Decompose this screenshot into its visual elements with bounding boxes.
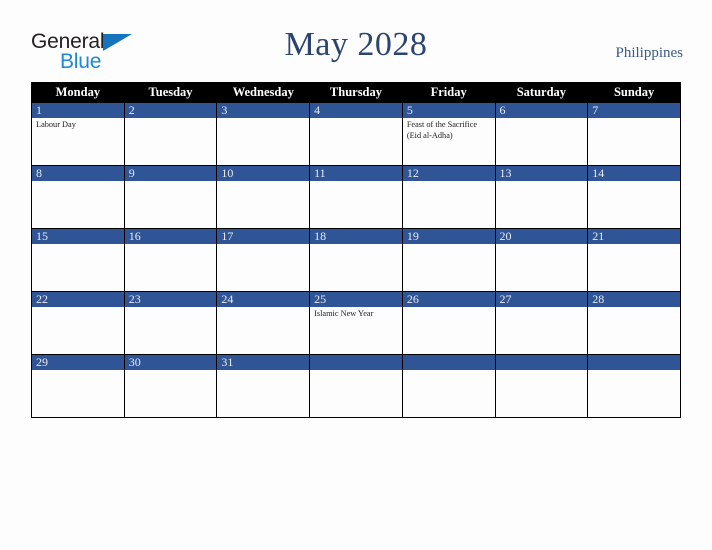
calendar-day-cell[interactable]: 28: [587, 291, 681, 355]
event-list: Islamic New Year: [310, 307, 402, 320]
day-number: [402, 355, 495, 370]
day-number: 31: [217, 355, 310, 370]
calendar-day-cell[interactable]: 30: [123, 354, 218, 418]
calendar-day-cell[interactable]: 5 Feast of the Sacrifice (Eid al-Adha): [401, 102, 496, 166]
weekday-header-saturday: Saturday: [494, 82, 589, 103]
calendar-day-cell[interactable]: 3: [216, 102, 311, 166]
day-number: 16: [124, 229, 217, 244]
calendar-day-cell[interactable]: 21: [587, 228, 681, 292]
calendar-header-row: Monday Tuesday Wednesday Thursday Friday…: [31, 82, 681, 103]
day-number: 17: [217, 229, 310, 244]
day-number: 15: [32, 229, 124, 244]
calendar-day-cell[interactable]: 6: [494, 102, 589, 166]
day-number: 4: [310, 103, 402, 118]
calendar-day-cell[interactable]: 27: [494, 291, 589, 355]
day-number: 10: [217, 166, 310, 181]
calendar-day-cell[interactable]: 23: [123, 291, 218, 355]
calendar-day-cell[interactable]: 25 Islamic New Year: [309, 291, 403, 355]
calendar-week-row: 22 23 24 25 Islamic New Year 26 27 28: [31, 291, 681, 355]
day-number: 12: [402, 166, 495, 181]
calendar-week-row: 29 30 31: [31, 354, 681, 418]
day-number: [495, 355, 588, 370]
event-list: Feast of the Sacrifice (Eid al-Adha): [403, 118, 495, 141]
country-label: Philippines: [615, 45, 683, 61]
calendar-week-row: 15 16 17 18 19 20 21: [31, 228, 681, 292]
day-number: 3: [217, 103, 310, 118]
weekday-header-friday: Friday: [401, 82, 496, 103]
day-number: 25: [310, 292, 402, 307]
calendar-empty-cell[interactable]: [401, 354, 496, 418]
calendar-day-cell[interactable]: 22: [31, 291, 125, 355]
calendar-empty-cell[interactable]: [309, 354, 403, 418]
day-number: 24: [217, 292, 310, 307]
day-number: 6: [495, 103, 588, 118]
calendar-week-row: 8 9 10 11 12 13 14: [31, 165, 681, 229]
day-number: 29: [32, 355, 124, 370]
weekday-header-thursday: Thursday: [309, 82, 403, 103]
day-number: 20: [495, 229, 588, 244]
calendar-day-cell[interactable]: 4: [309, 102, 403, 166]
calendar-body: 1 Labour Day 2 3 4 5 Feast of the Sacrifice (E…: [31, 102, 681, 418]
calendar-day-cell[interactable]: 1 Labour Day: [31, 102, 125, 166]
calendar-day-cell[interactable]: 14: [587, 165, 681, 229]
calendar-empty-cell[interactable]: [494, 354, 589, 418]
day-number: 18: [310, 229, 402, 244]
day-number: 23: [124, 292, 217, 307]
calendar-day-cell[interactable]: 16: [123, 228, 218, 292]
page-header: General Blue May 2028 Philippines: [0, 0, 712, 82]
calendar-day-cell[interactable]: 12: [401, 165, 496, 229]
day-number: 26: [402, 292, 495, 307]
day-number: [310, 355, 402, 370]
calendar-day-cell[interactable]: 11: [309, 165, 403, 229]
day-number: 11: [310, 166, 402, 181]
day-number: 19: [402, 229, 495, 244]
calendar-empty-cell[interactable]: [587, 354, 681, 418]
day-number: 8: [32, 166, 124, 181]
calendar-day-cell[interactable]: 18: [309, 228, 403, 292]
day-number: 22: [32, 292, 124, 307]
calendar-day-cell[interactable]: 26: [401, 291, 496, 355]
calendar-day-cell[interactable]: 7: [587, 102, 681, 166]
holiday-event: Islamic New Year: [314, 309, 374, 318]
calendar-day-cell[interactable]: 19: [401, 228, 496, 292]
calendar-week-row: 1 Labour Day 2 3 4 5 Feast of the Sacrifice (E…: [31, 102, 681, 166]
calendar-day-cell[interactable]: 8: [31, 165, 125, 229]
weekday-header-sunday: Sunday: [587, 82, 681, 103]
holiday-event: Feast of the Sacrifice (Eid al-Adha): [406, 120, 478, 140]
day-number: [588, 355, 680, 370]
weekday-header-wednesday: Wednesday: [216, 82, 311, 103]
day-number: 27: [495, 292, 588, 307]
day-number: 2: [124, 103, 217, 118]
calendar-day-cell[interactable]: 31: [216, 354, 311, 418]
weekday-header-tuesday: Tuesday: [123, 82, 218, 103]
day-number: 30: [124, 355, 217, 370]
calendar-day-cell[interactable]: 9: [123, 165, 218, 229]
day-number: 13: [495, 166, 588, 181]
calendar-day-cell[interactable]: 10: [216, 165, 311, 229]
calendar-day-cell[interactable]: 2: [123, 102, 218, 166]
day-number: 7: [588, 103, 680, 118]
calendar-day-cell[interactable]: 24: [216, 291, 311, 355]
day-number: 14: [588, 166, 680, 181]
calendar-day-cell[interactable]: 29: [31, 354, 125, 418]
calendar-day-cell[interactable]: 20: [494, 228, 589, 292]
event-list: Labour Day: [32, 118, 124, 131]
day-number: 9: [124, 166, 217, 181]
calendar-day-cell[interactable]: 15: [31, 228, 125, 292]
calendar-day-cell[interactable]: 13: [494, 165, 589, 229]
holiday-event: Labour Day: [36, 120, 76, 129]
day-number: 5: [402, 103, 495, 118]
page-title: May 2028: [284, 26, 428, 63]
weekday-header-monday: Monday: [31, 82, 125, 103]
calendar-day-cell[interactable]: 17: [216, 228, 311, 292]
calendar-grid: Monday Tuesday Wednesday Thursday Friday…: [31, 82, 681, 418]
day-number: 1: [32, 103, 124, 118]
day-number: 21: [588, 229, 680, 244]
day-number: 28: [588, 292, 680, 307]
